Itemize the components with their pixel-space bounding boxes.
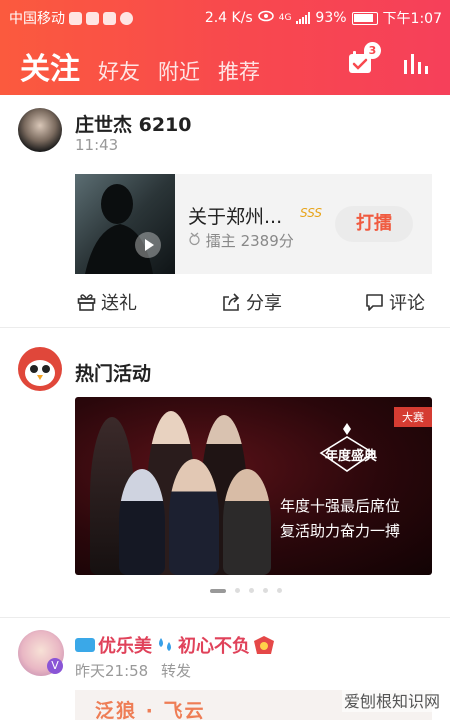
status-bar-right: 2.4 K/s 4G 93% 下午1:07 — [205, 8, 442, 28]
host-label: 擂主 — [205, 232, 236, 250]
song-host-info: 擂主 2389分 — [188, 230, 294, 251]
eye-icon — [257, 10, 274, 26]
song-cover-image — [75, 174, 175, 274]
app-notification-icon — [69, 11, 82, 25]
network-speed: 2.4 K/s — [204, 10, 253, 26]
carrier-label: 中国移动 — [9, 11, 65, 27]
battery-percent: 93% — [315, 10, 347, 26]
cover-silhouette — [85, 184, 153, 274]
notification-badge: 3 — [364, 42, 381, 59]
challenge-button[interactable]: 打擂 — [335, 206, 413, 242]
tab-nearby[interactable]: 附近 — [158, 56, 200, 86]
banner-line-2: 复活助力奋力一搏 — [280, 522, 401, 540]
gala-logo-text: 年度盛典 — [325, 449, 378, 464]
gift-icon — [77, 294, 96, 311]
bird-mascot-icon — [25, 360, 55, 386]
tab-friends[interactable]: 好友 — [98, 56, 140, 86]
host-score: 2389分 — [240, 232, 294, 250]
comment-label: 评论 — [389, 293, 425, 314]
post-divider — [0, 327, 450, 328]
username-suffix: 初心不负 — [178, 636, 250, 657]
level-badge-icon — [254, 636, 274, 654]
post-username[interactable]: 庄世杰 6210 — [75, 110, 192, 137]
status-bar-left: 中国移动 — [9, 8, 133, 28]
event-banner[interactable]: 大赛 年度盛典 年度十强最后席位 复活助力奋力一搏 — [75, 397, 432, 575]
network-type: 4G — [278, 13, 292, 23]
carousel-dot[interactable] — [249, 588, 254, 593]
activity-avatar[interactable] — [18, 347, 62, 391]
repost-label: 转发 — [161, 662, 192, 680]
app-notification-icon — [86, 11, 99, 25]
tab-recommend[interactable]: 推荐 — [218, 56, 260, 86]
share-label: 分享 — [246, 293, 282, 314]
battery-icon — [351, 11, 378, 25]
top-header: 中国移动 2.4 K/s 4G 93% 下午1:07 关注 好友 附近 推荐 3 — [0, 0, 450, 95]
post-time: 11:43 — [75, 136, 119, 154]
comment-button[interactable]: 评论 — [365, 289, 425, 315]
banner-line-1: 年度十强最后席位 — [280, 497, 401, 515]
post-time-value: 昨天21:58 — [75, 662, 149, 680]
contest-tag: 大赛 — [394, 407, 432, 427]
singer-figure — [169, 459, 219, 575]
vip-ship-icon — [75, 638, 95, 652]
username-main: 优乐美 — [98, 636, 152, 657]
gift-button[interactable]: 送礼 — [77, 289, 137, 315]
carousel-dot[interactable] — [210, 588, 226, 593]
gift-label: 送礼 — [101, 293, 137, 314]
chart-bars-icon[interactable] — [403, 52, 429, 74]
activity-title[interactable]: 热门活动 — [75, 359, 151, 386]
status-bar: 中国移动 2.4 K/s 4G 93% 下午1:07 — [0, 0, 450, 32]
carousel-indicator — [210, 588, 282, 593]
comment-icon — [366, 294, 383, 311]
carousel-dot[interactable] — [277, 588, 282, 593]
clock: 下午1:07 — [382, 11, 442, 27]
app-notification-icon — [120, 11, 133, 25]
post-username[interactable]: 优乐美 初心不负 — [75, 632, 275, 658]
play-icon[interactable] — [135, 232, 161, 258]
singer-figure — [119, 469, 165, 575]
verified-badge-icon: V — [47, 658, 63, 674]
medal-icon — [188, 232, 206, 250]
water-drops-icon — [159, 638, 171, 651]
carousel-dot[interactable] — [263, 588, 268, 593]
song-level-badge: SSS — [300, 206, 322, 220]
share-button[interactable]: 分享 — [222, 289, 282, 315]
singer-figure — [223, 469, 271, 575]
watermark: 爱刨根知识网 — [341, 688, 442, 712]
signal-icon — [296, 12, 311, 24]
share-icon — [223, 293, 240, 311]
post-time: 昨天21:58 转发 — [75, 660, 191, 681]
user-avatar[interactable] — [18, 108, 62, 152]
feed-tabs: 关注 好友 附近 推荐 — [20, 44, 260, 88]
carousel-dot[interactable] — [235, 588, 240, 593]
tab-follow[interactable]: 关注 — [20, 44, 80, 88]
song-title: 关于郑州... — [188, 206, 283, 228]
song-card[interactable]: 关于郑州... SSS 擂主 2389分 打擂 — [75, 174, 432, 274]
preview-text: 泛狼 · 飞云 — [95, 700, 206, 720]
post-divider — [0, 617, 450, 618]
app-notification-icon — [103, 11, 116, 25]
